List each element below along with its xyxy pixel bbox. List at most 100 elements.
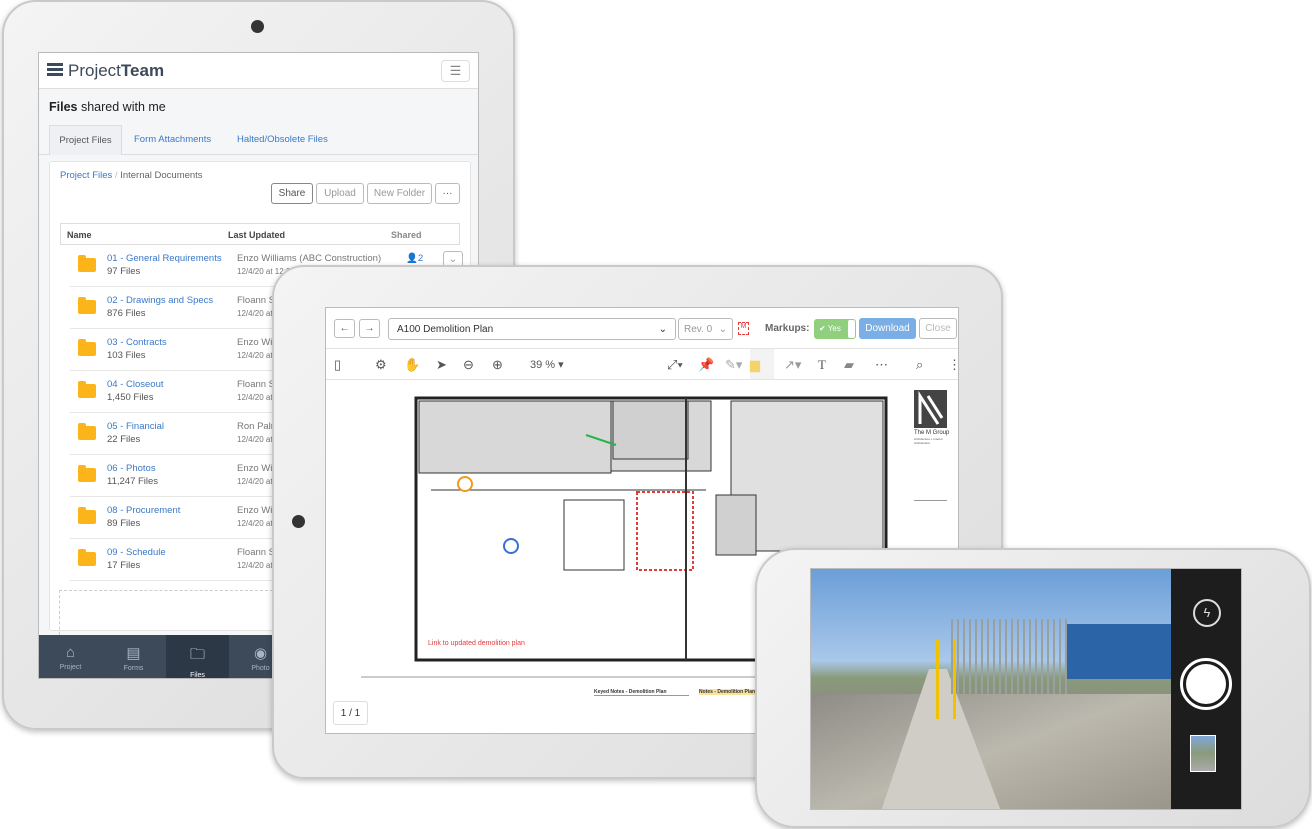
share-button[interactable]: Share: [271, 183, 313, 204]
file-count: 89 Files: [107, 518, 141, 529]
annotation-toolbar: ▯ ⚙ ✋ ➤ ⊖ ⊕ 39 % ▾ ⤢▾ 📌 ✎▾ ▆ ↗▾ T ▰ ⋯ ⌕ …: [326, 349, 958, 380]
breadcrumb-root[interactable]: Project Files: [60, 170, 112, 181]
col-name[interactable]: Name: [67, 230, 92, 240]
document-icon: ▤: [126, 645, 141, 662]
pen-icon[interactable]: ✎▾: [725, 357, 742, 373]
pin-blue[interactable]: [503, 538, 519, 554]
folder-icon: 🗀: [189, 646, 205, 663]
nav-forms[interactable]: ▤ Forms: [102, 635, 165, 678]
firm-subtitle: Architecture + Interior Architecture: [914, 437, 943, 445]
col-last-updated[interactable]: Last Updated: [228, 230, 285, 240]
breadcrumb-sep: /: [114, 170, 118, 181]
tablet-camera: [251, 20, 264, 33]
folder-icon: [78, 339, 96, 356]
upload-button[interactable]: Upload: [316, 183, 364, 204]
folder-name[interactable]: 04 - Closeout: [107, 379, 164, 390]
more-icon[interactable]: ⋯: [875, 357, 888, 373]
logo-suffix: Team: [120, 61, 165, 80]
new-folder-button[interactable]: New Folder: [367, 183, 432, 204]
tab-bar: Project Files Form Attachments Halted/Ob…: [39, 125, 478, 155]
col-shared[interactable]: Shared: [391, 230, 422, 240]
nav-files[interactable]: 🗀 Files: [166, 635, 229, 679]
keyed-notes-title: Keyed Notes - Demolition Plan: [594, 689, 689, 696]
markups-toggle[interactable]: ✔ Yes: [814, 319, 856, 339]
camera-screen: ϟ: [810, 568, 1242, 810]
nav-project[interactable]: ⌂ Project: [39, 635, 102, 678]
tablet-camera: [292, 515, 305, 528]
folder-icon: [78, 255, 96, 272]
photo-thumbnail[interactable]: [1190, 735, 1216, 772]
file-count: 1,450 Files: [107, 392, 154, 403]
revision-value: Rev. 0: [684, 323, 713, 335]
zoom-level[interactable]: 39 % ▾: [530, 358, 564, 371]
zoom-out-icon[interactable]: ⊖: [463, 357, 474, 373]
zoom-in-icon[interactable]: ⊕: [492, 357, 503, 373]
notes-title: Notes - Demolition Plan: [699, 689, 759, 695]
app-header: ProjectTeam ☰: [39, 53, 478, 89]
chevron-down-icon: ⌄: [658, 323, 667, 335]
flash-icon[interactable]: ϟ: [1193, 599, 1221, 627]
page-title: Files shared with me: [49, 100, 166, 114]
gear-icon[interactable]: ⚙: [375, 357, 387, 373]
next-button[interactable]: →: [359, 319, 380, 338]
file-count: 11,247 Files: [107, 476, 159, 487]
logo-prefix: Project: [68, 61, 121, 80]
close-button[interactable]: Close: [919, 318, 957, 339]
folder-icon: [78, 465, 96, 482]
folder-icon: [78, 423, 96, 440]
shared-count[interactable]: 👤2: [406, 253, 423, 264]
prev-button[interactable]: ←: [334, 319, 355, 338]
hand-icon[interactable]: ✋: [404, 357, 420, 373]
updated-by: Enzo Williams (ABC Construction): [237, 253, 382, 264]
tab-form-attachments[interactable]: Form Attachments: [134, 134, 211, 145]
sidebar-toggle-icon[interactable]: ▯: [334, 357, 341, 373]
kebab-menu-icon[interactable]: ⋮: [948, 357, 958, 373]
annotation-link[interactable]: Link to updated demolition plan: [428, 640, 525, 647]
search-icon[interactable]: ⌕: [916, 357, 923, 373]
tab-halted-obsolete[interactable]: Halted/Obsolete Files: [237, 134, 328, 145]
comment-icon[interactable]: ▰: [844, 357, 854, 373]
shutter-button[interactable]: [1180, 658, 1232, 710]
viewer-toolbar: ← → A100 Demolition Plan ⌄ Rev. 0 ⌄ M Mark…: [326, 308, 958, 349]
nav-label: Forms: [123, 665, 144, 672]
highlight-icon[interactable]: ▆: [750, 349, 774, 379]
firm-name: The M Group: [914, 430, 950, 436]
more-button[interactable]: ···: [435, 183, 460, 204]
page-indicator: 1 / 1: [333, 701, 368, 725]
file-count: 103 Files: [107, 350, 146, 361]
folder-name[interactable]: 06 - Photos: [107, 463, 156, 474]
toggle-label: ✔ Yes: [819, 324, 841, 333]
download-button[interactable]: Download: [859, 318, 916, 339]
folder-name[interactable]: 01 - General Requirements: [107, 253, 222, 264]
camera-controls: ϟ: [1171, 569, 1241, 809]
folder-icon: [78, 549, 96, 566]
file-count: 17 Files: [107, 560, 141, 571]
title-rest: shared with me: [77, 100, 166, 114]
document-select[interactable]: A100 Demolition Plan ⌄: [388, 318, 676, 340]
markup-icon[interactable]: M: [738, 322, 749, 335]
revision-select[interactable]: Rev. 0 ⌄: [678, 318, 733, 340]
text-icon[interactable]: T: [818, 357, 826, 373]
pin-orange[interactable]: [457, 476, 473, 492]
folder-name[interactable]: 05 - Financial: [107, 421, 164, 432]
folder-name[interactable]: 09 - Schedule: [107, 547, 166, 558]
folder-icon: [78, 381, 96, 398]
folder-icon: [78, 297, 96, 314]
pin-icon[interactable]: 📌: [698, 357, 714, 373]
nav-label: Files: [190, 672, 205, 679]
title-bold: Files: [49, 100, 78, 114]
folder-name[interactable]: 03 - Contracts: [107, 337, 167, 348]
tab-project-files[interactable]: Project Files: [49, 125, 122, 155]
measure-icon[interactable]: ⤢▾: [667, 357, 683, 373]
document-name: A100 Demolition Plan: [397, 323, 494, 335]
arrow-icon[interactable]: ↗▾: [784, 357, 801, 373]
folder-name[interactable]: 02 - Drawings and Specs: [107, 295, 213, 306]
shared-value: 2: [417, 253, 424, 264]
folder-name[interactable]: 08 - Procurement: [107, 505, 180, 516]
pointer-icon[interactable]: ➤: [436, 357, 447, 373]
hamburger-menu-icon[interactable]: ☰: [441, 60, 470, 82]
nav-label: Project: [59, 664, 82, 671]
logo: ProjectTeam: [68, 61, 164, 81]
table-header: Name Last Updated Shared: [60, 223, 460, 245]
file-count: 97 Files: [107, 266, 141, 277]
